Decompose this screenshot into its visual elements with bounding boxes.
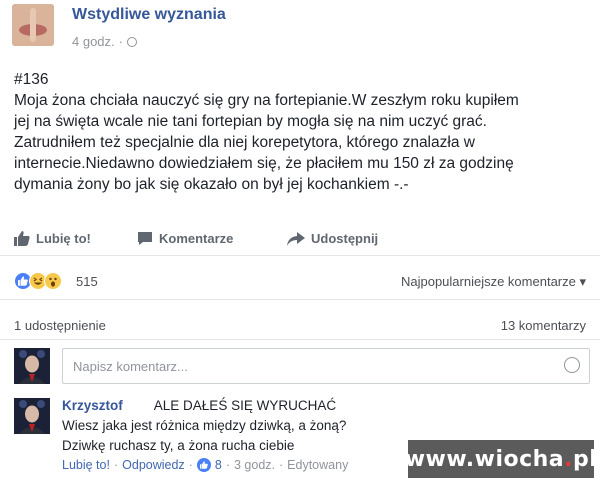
comment-input[interactable] (62, 348, 590, 384)
avatar[interactable] (14, 348, 50, 384)
comment-button-label: Komentarze (159, 231, 234, 246)
watermark-prefix: www. (404, 446, 475, 472)
comment-icon (138, 232, 152, 245)
comment-footer: Lubię to! · Odpowiedz · 8 · 3 godz. · Ed… (62, 458, 348, 472)
post-meta: 4 godz. · (72, 34, 137, 49)
page-name-link[interactable]: Wstydliwe wyznania (72, 6, 226, 24)
share-arrow-icon (287, 231, 305, 246)
post-header: Wstydliwe wyznania 4 godz. · (0, 0, 600, 62)
reaction-count[interactable]: 515 (76, 274, 98, 289)
watermark-brand: wiocha (474, 446, 565, 472)
comment-line: ALE DAŁEŚ SIĘ WYRUCHAĆ (153, 398, 337, 413)
comments-count[interactable]: 13 komentarzy (501, 318, 586, 333)
comment-like-count[interactable]: 8 (215, 458, 222, 472)
comment-composer (14, 346, 590, 386)
post-line: internecie.Niedawno dowiedziałem się, że… (14, 155, 514, 172)
watermark-logo: www. wiocha . pl (404, 440, 598, 478)
comment-sort-dropdown[interactable]: Najpopularniejsze komentarze ▾ (401, 274, 586, 290)
post-time[interactable]: 4 godz. (72, 34, 115, 49)
post-number: #136 (14, 71, 49, 88)
footer-separator: · (225, 458, 230, 472)
post-actions-bar: Lubię to! Komentarze Udostępnij (0, 222, 600, 256)
user-portrait-icon (14, 398, 50, 434)
page-avatar[interactable] (12, 4, 54, 46)
comment-reply-link[interactable]: Odpowiedz (122, 458, 185, 472)
thumbs-up-icon (14, 231, 30, 246)
stats-row: 1 udostępnienie 13 komentarzy (0, 312, 600, 340)
post-line: jej na święta wcale nie tani fortepian b… (14, 113, 487, 130)
like-button[interactable]: Lubię to! (14, 231, 91, 246)
lips-finger-icon (12, 4, 54, 46)
comment-time[interactable]: 3 godz. (234, 458, 275, 472)
watermark-tld: pl (573, 446, 598, 472)
footer-separator: · (188, 458, 193, 472)
comment-like-link[interactable]: Lubię to! (62, 458, 110, 472)
post-line: Zatrudniłem też specjalnie dla niej kore… (14, 134, 475, 151)
post-text: #136 Moja żona chciała nauczyć się gry n… (14, 69, 589, 195)
reactions-row: 515 Najpopularniejsze komentarze ▾ (0, 266, 600, 300)
wow-icon (44, 272, 62, 290)
footer-separator: · (279, 458, 284, 472)
share-button[interactable]: Udostępnij (287, 231, 378, 246)
reaction-icons[interactable] (14, 272, 62, 290)
comment-button[interactable]: Komentarze (137, 231, 233, 246)
like-icon (196, 458, 211, 472)
comment-line: Wiesz jaka jest różnica między dziwką, a… (62, 418, 347, 433)
watermark-dot: . (564, 446, 574, 472)
footer-separator: · (113, 458, 119, 472)
user-portrait-icon (14, 348, 50, 384)
comment-author-link[interactable]: Krzysztof (62, 398, 123, 413)
share-button-label: Udostępnij (311, 231, 379, 246)
emoji-icon[interactable] (564, 357, 580, 373)
comment-edited-label[interactable]: Edytowany (287, 458, 348, 472)
shares-count[interactable]: 1 udostępnienie (14, 318, 106, 333)
like-button-label: Lubię to! (36, 231, 91, 246)
globe-icon (127, 36, 137, 47)
meta-separator: · (118, 34, 123, 49)
post-line: dymania żony bo jak się okazało on był j… (14, 176, 409, 193)
avatar[interactable] (14, 398, 50, 434)
post-line: Moja żona chciała nauczyć się gry na for… (14, 92, 519, 109)
